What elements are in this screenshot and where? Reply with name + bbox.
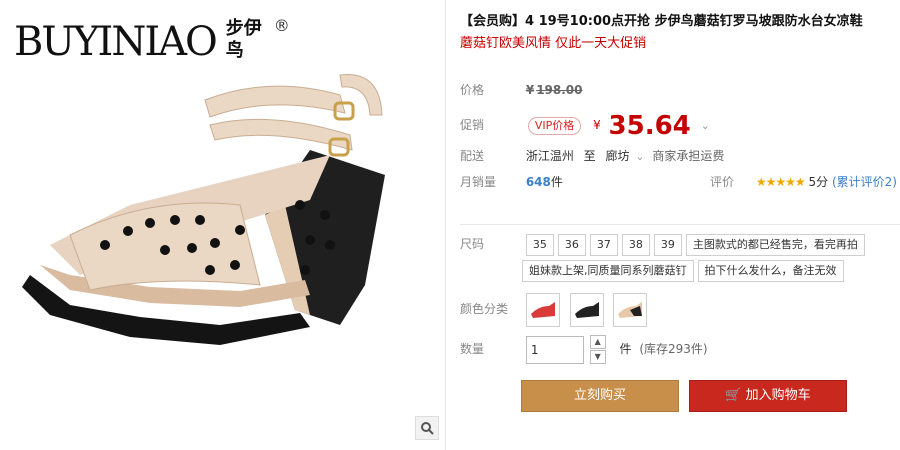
monthly-sales-label: 月销量 (460, 175, 497, 189)
sales-row: 月销量 648件 评价 ★★★★★ 5分 (累计评价2) (460, 172, 900, 192)
quantity-input[interactable]: 1 (525, 335, 584, 364)
promo-currency: ¥ (593, 118, 601, 132)
buy-now-button[interactable]: 立刻购买 (521, 380, 679, 412)
original-price-row: 价格 ¥198.00 (460, 80, 900, 100)
quantity-unit: 件 (619, 342, 632, 356)
color-row: 颜色分类 (460, 290, 900, 328)
monthly-sales-unit: 件 (550, 175, 563, 189)
size-option-35[interactable]: 35 (525, 234, 554, 256)
size-row: 尺码 35 36 37 38 39 主图款式的都已经售完，看完再拍 (460, 232, 900, 256)
decrement-icon[interactable]: ▼ (589, 349, 606, 364)
delivery-to-word: 至 (583, 149, 596, 163)
color-option-black[interactable] (569, 292, 604, 327)
stock-count: (库存293件) (639, 342, 708, 356)
original-price: ¥198.00 (525, 83, 583, 97)
vip-badge: VIP价格 (527, 116, 582, 135)
promo-price: 35.64 (608, 110, 691, 141)
product-photo-sandal[interactable] (10, 55, 400, 385)
delivery-destination[interactable]: 廊坊 (606, 149, 630, 163)
cart-icon: 🛒 (725, 388, 742, 403)
promo-label: 促销 (460, 118, 485, 132)
registered-mark: ® (273, 16, 290, 35)
zoom-icon[interactable] (415, 416, 439, 440)
size-row-2: 姐妹款上架,同质量同系列蘑菇钉 拍下什么发什么，备注无效 (460, 258, 900, 282)
size-option-39[interactable]: 39 (653, 234, 682, 256)
color-option-beige[interactable] (613, 292, 648, 327)
size-option-37[interactable]: 37 (589, 234, 618, 256)
color-label: 颜色分类 (460, 302, 509, 316)
star-rating-icon: ★★★★★ (755, 175, 806, 189)
product-image-panel: BUYINIAO 步伊鸟 ® (0, 0, 446, 450)
size-note-option[interactable]: 姐妹款上架,同质量同系列蘑菇钉 (522, 260, 694, 282)
quantity-label: 数量 (460, 342, 485, 356)
rating-score: 5分 (808, 175, 829, 189)
size-label: 尺码 (460, 237, 485, 251)
delivery-from: 浙江温州 (525, 149, 574, 163)
price-label: 价格 (460, 83, 485, 97)
size-option-38[interactable]: 38 (621, 234, 650, 256)
delivery-row: 配送 浙江温州 至 廊坊 ⌄ 商家承担运费 (460, 146, 900, 166)
review-count-link[interactable]: (累计评价2) (832, 175, 897, 189)
quantity-row: 数量 1 ▲ ▼ 件 (库存293件) (460, 334, 900, 364)
size-note-option[interactable]: 主图款式的都已经售完，看完再拍 (685, 234, 865, 256)
add-to-cart-button[interactable]: 🛒 加入购物车 (689, 380, 847, 412)
quantity-stepper[interactable]: ▲ ▼ (589, 334, 606, 365)
add-to-cart-label: 加入购物车 (745, 388, 811, 403)
divider (460, 224, 900, 225)
product-title: 【会员购】4 19号10:00点开抢 步伊鸟蘑菇钉罗马坡跟防水台女凉鞋 (460, 14, 863, 29)
product-info-panel: 【会员购】4 19号10:00点开抢 步伊鸟蘑菇钉罗马坡跟防水台女凉鞋 蘑菇钉欧… (460, 12, 900, 412)
monthly-sales-count: 648 (525, 175, 551, 189)
color-option-red[interactable] (525, 292, 560, 327)
size-note-option[interactable]: 拍下什么发什么，备注无效 (697, 260, 844, 282)
size-option-36[interactable]: 36 (557, 234, 586, 256)
delivery-label: 配送 (460, 149, 485, 163)
promo-slogan: 蘑菇钉欧美风情 仅此一天大促销 (460, 36, 647, 51)
freight-note: 商家承担运费 (652, 149, 725, 163)
rating-block: 评价 ★★★★★ 5分 (累计评价2) (710, 172, 897, 192)
rating-label: 评价 (710, 175, 735, 189)
increment-icon[interactable]: ▲ (589, 334, 606, 349)
chevron-down-icon[interactable]: ⌄ (635, 150, 644, 163)
promo-price-row: 促销 VIP价格 ¥ 35.64 ⌄ (460, 110, 900, 141)
chevron-down-icon[interactable]: ⌄ (701, 119, 710, 132)
